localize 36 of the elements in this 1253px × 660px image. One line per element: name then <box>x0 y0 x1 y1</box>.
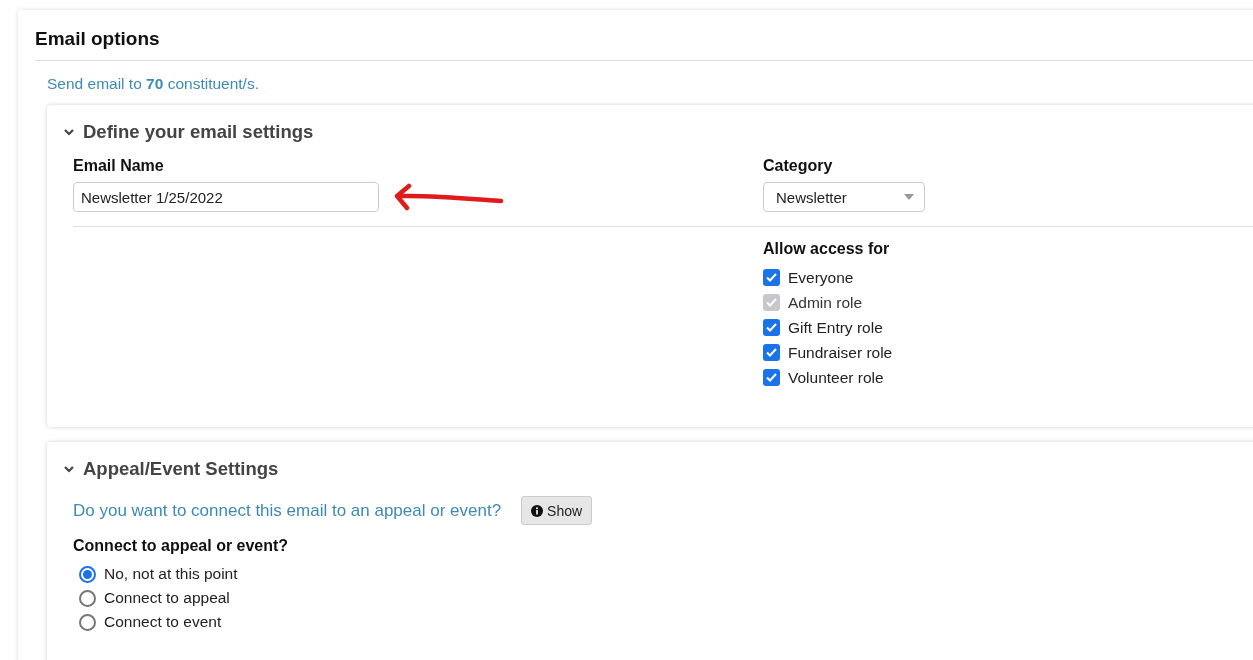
caret-icon <box>904 194 914 200</box>
info-icon <box>531 504 544 517</box>
chevron-icon <box>63 463 75 475</box>
page-title: Email options <box>35 28 1253 61</box>
checkbox[interactable] <box>763 369 780 386</box>
checkmark-icon <box>766 323 777 332</box>
show-button[interactable]: Show <box>521 496 593 525</box>
checkmark-icon <box>766 273 777 282</box>
checkbox-label: Fundraiser role <box>788 343 893 362</box>
checkbox-label: Volunteer role <box>788 368 884 387</box>
section-header[interactable]: Define your email settings <box>63 121 314 143</box>
checkbox-label: Admin role <box>788 293 863 312</box>
radio-button[interactable] <box>79 589 96 607</box>
radio-label: No, not at this point <box>104 565 238 583</box>
checkbox-label: Everyone <box>788 268 854 287</box>
radio-label: Connect to appeal <box>104 589 230 607</box>
recipients-note: Send email to 70 constituent/s. <box>47 75 260 93</box>
field-label: Category <box>763 157 834 175</box>
category-select[interactable]: Newsletter <box>763 182 925 212</box>
radio-label: Connect to event <box>104 613 222 631</box>
radio-button[interactable] <box>79 613 96 631</box>
checkmark-icon <box>766 373 777 382</box>
radio-button[interactable] <box>79 565 96 583</box>
checkmark-icon <box>766 348 777 357</box>
email-name-field[interactable]: Newsletter 1/25/2022 <box>73 182 379 212</box>
field-label: Email Name <box>73 157 165 175</box>
field-label: Connect to appeal or event? <box>73 537 290 555</box>
checkbox[interactable] <box>763 319 780 336</box>
checkbox-label: Gift Entry role <box>788 318 883 337</box>
field-label: Allow access for <box>763 240 891 258</box>
section-header[interactable]: Appeal/Event Settings <box>63 458 279 480</box>
chevron-icon <box>63 126 75 138</box>
question-text: Do you want to connect this email to an appeal or event? <box>73 500 502 521</box>
checkbox[interactable] <box>763 344 780 361</box>
checkbox[interactable] <box>763 269 780 286</box>
checkmark-icon <box>766 298 777 307</box>
